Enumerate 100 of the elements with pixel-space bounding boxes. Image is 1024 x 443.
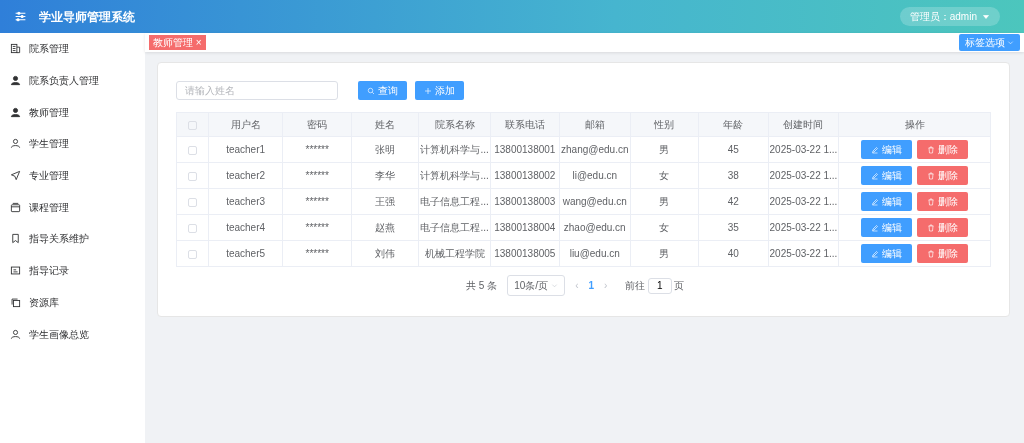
trash-icon bbox=[927, 171, 936, 180]
delete-button[interactable]: 删除 bbox=[917, 192, 969, 211]
checkbox[interactable] bbox=[187, 249, 197, 259]
column-header: 邮箱 bbox=[559, 112, 631, 137]
pencil-icon bbox=[871, 171, 880, 180]
pencil-icon bbox=[871, 197, 880, 206]
table-cell: 赵燕 bbox=[351, 214, 419, 241]
table-cell: 李华 bbox=[351, 162, 419, 189]
column-header: 院系名称 bbox=[419, 112, 491, 137]
table-cell: 张明 bbox=[351, 136, 419, 163]
sidebar-item[interactable]: 课程管理 bbox=[0, 191, 145, 224]
edit-button[interactable]: 编辑 bbox=[861, 166, 913, 185]
page-input[interactable]: 1 bbox=[647, 277, 672, 294]
checkbox[interactable] bbox=[187, 145, 197, 155]
sidebar-item[interactable]: 指导关系维护 bbox=[0, 223, 145, 255]
card-icon bbox=[10, 265, 21, 277]
user-menu[interactable]: 管理员：admin bbox=[899, 7, 1000, 26]
table-cell: 2025-03-22 1... bbox=[768, 188, 839, 215]
table-cell: ****** bbox=[282, 162, 352, 189]
sidebar-item[interactable]: 专业管理 bbox=[0, 159, 145, 192]
table-cell: 2025-03-22 1... bbox=[768, 240, 839, 267]
table-cell: wang@edu.cn bbox=[559, 188, 631, 215]
table-cell: 男 bbox=[630, 188, 699, 215]
table-cell: ****** bbox=[282, 214, 352, 241]
table-cell: teacher5 bbox=[208, 240, 283, 267]
total-count: 共 5 条 bbox=[466, 279, 498, 293]
table-cell: liu@edu.cn bbox=[559, 240, 631, 267]
edit-button[interactable]: 编辑 bbox=[861, 244, 913, 263]
caret-icon bbox=[982, 12, 990, 21]
chevron-down-icon bbox=[551, 282, 559, 289]
table-cell: li@edu.cn bbox=[559, 162, 631, 189]
column-header: 联系电话 bbox=[490, 112, 560, 137]
search-icon bbox=[367, 86, 375, 95]
table-cell: zhao@edu.cn bbox=[559, 214, 631, 241]
action-button[interactable]: 添加 bbox=[415, 81, 464, 100]
tab[interactable]: 教师管理 × bbox=[149, 35, 206, 50]
checkbox[interactable] bbox=[187, 120, 197, 130]
page-suffix: 页 bbox=[674, 279, 685, 293]
next-page-button[interactable]: › bbox=[604, 278, 608, 293]
goto-label: 前往 bbox=[625, 279, 646, 293]
bookmark-icon bbox=[10, 233, 21, 245]
table-cell: 男 bbox=[630, 240, 699, 267]
checkbox[interactable] bbox=[187, 197, 197, 207]
column-header: 操作 bbox=[838, 112, 991, 137]
table-cell: 电子信息工程... bbox=[419, 214, 491, 241]
table-cell: ****** bbox=[282, 136, 352, 163]
table-cell: 40 bbox=[698, 240, 769, 267]
edit-button[interactable]: 编辑 bbox=[861, 192, 913, 211]
delete-button[interactable]: 删除 bbox=[917, 140, 969, 159]
trash-icon bbox=[927, 223, 936, 232]
action-button[interactable]: 查询 bbox=[358, 81, 407, 100]
table-cell: 13800138002 bbox=[490, 162, 560, 189]
table-cell: 电子信息工程... bbox=[419, 188, 491, 215]
edit-button[interactable]: 编辑 bbox=[861, 140, 913, 159]
table-cell: teacher4 bbox=[208, 214, 283, 241]
sidebar-item[interactable]: 指导记录 bbox=[0, 254, 145, 287]
column-header: 用户名 bbox=[208, 112, 283, 137]
trash-icon bbox=[927, 145, 936, 154]
search-field[interactable]: 请输入姓名 bbox=[176, 81, 338, 100]
sidebar-item[interactable]: 院系管理 bbox=[0, 33, 145, 65]
user-icon bbox=[10, 75, 21, 87]
delete-button[interactable]: 删除 bbox=[917, 218, 969, 237]
table-cell: 女 bbox=[630, 162, 699, 189]
page-number[interactable]: 1 bbox=[588, 278, 595, 293]
paper-plane-icon bbox=[10, 170, 21, 182]
sidebar-item[interactable]: 学生画像总览 bbox=[0, 318, 145, 350]
table-cell: 女 bbox=[630, 214, 699, 241]
pencil-icon bbox=[871, 223, 880, 232]
page-size-select[interactable]: 10条/页 bbox=[507, 275, 566, 296]
app-title: 学业导师管理系统 bbox=[39, 8, 135, 26]
prev-page-button[interactable]: ‹ bbox=[575, 278, 579, 293]
column-header: 年龄 bbox=[698, 112, 769, 137]
table-cell: 13800138005 bbox=[490, 240, 560, 267]
sidebar-item[interactable]: 教师管理 bbox=[0, 96, 145, 129]
checkbox[interactable] bbox=[187, 223, 197, 233]
trash-icon bbox=[927, 197, 936, 206]
plus-icon bbox=[424, 86, 432, 95]
delete-button[interactable]: 删除 bbox=[917, 166, 969, 185]
checkbox[interactable] bbox=[187, 171, 197, 181]
table-cell: teacher1 bbox=[208, 136, 283, 163]
trash-icon bbox=[927, 249, 936, 258]
table-cell: 计算机科学与... bbox=[419, 162, 491, 189]
table-cell: 男 bbox=[630, 136, 699, 163]
user-icon bbox=[10, 138, 21, 150]
building-icon bbox=[10, 43, 21, 55]
menu-icon[interactable] bbox=[14, 10, 27, 23]
edit-button[interactable]: 编辑 bbox=[861, 218, 913, 237]
table-cell: 2025-03-22 1... bbox=[768, 162, 839, 189]
sidebar-item[interactable]: 资源库 bbox=[0, 286, 145, 319]
sidebar-item[interactable]: 学生管理 bbox=[0, 128, 145, 160]
delete-button[interactable]: 删除 bbox=[917, 244, 969, 263]
table-cell: 机械工程学院 bbox=[419, 240, 491, 267]
table-cell: ****** bbox=[282, 188, 352, 215]
chevron-down-icon bbox=[1007, 39, 1014, 46]
table-cell: 38 bbox=[698, 162, 769, 189]
table-cell: 计算机科学与... bbox=[419, 136, 491, 163]
table-cell: 13800138004 bbox=[490, 214, 560, 241]
tag-options-button[interactable]: 标签选项 bbox=[958, 34, 1020, 51]
sidebar-item[interactable]: 院系负责人管理 bbox=[0, 64, 145, 97]
table-cell: 35 bbox=[698, 214, 769, 241]
